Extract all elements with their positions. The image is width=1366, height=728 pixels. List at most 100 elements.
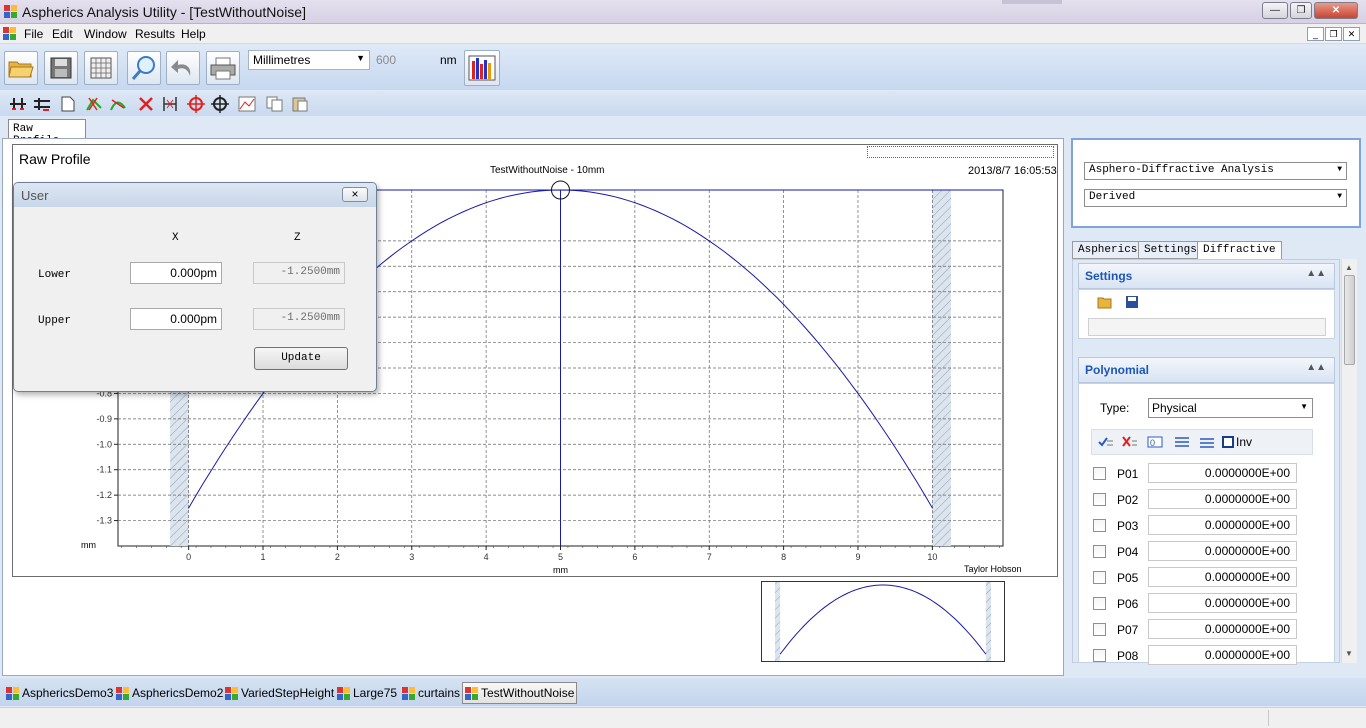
list-up-icon[interactable]	[1174, 435, 1190, 449]
dialog-title-bar[interactable]: User ×	[14, 183, 376, 207]
fit-button[interactable]	[108, 95, 128, 113]
mdi-minimize-button[interactable]: _	[1307, 27, 1324, 41]
clear-all-icon[interactable]	[1122, 435, 1138, 449]
column-x-label: X	[172, 232, 179, 244]
undo-button[interactable]	[166, 51, 200, 85]
paste-button[interactable]	[290, 95, 310, 113]
menu-bar: File Edit Window Results Help _ ❐ ✕	[0, 24, 1366, 44]
mode-select[interactable]: Derived ▼	[1084, 189, 1347, 207]
delete-points-button[interactable]	[136, 95, 156, 113]
update-button[interactable]: Update	[254, 347, 348, 370]
save-icon[interactable]	[1125, 295, 1139, 309]
menu-results[interactable]: Results	[135, 27, 175, 41]
grid-button[interactable]	[84, 51, 118, 85]
x-tick-label: 10	[927, 552, 937, 562]
doc-tab-large75[interactable]: Large75	[335, 682, 399, 704]
doc-tab-testwithoutnoise[interactable]: TestWithoutNoise	[462, 682, 578, 704]
coefficient-checkbox[interactable]	[1093, 571, 1106, 584]
zero-values-icon[interactable]: 0	[1147, 435, 1163, 449]
coefficient-name: P02	[1117, 493, 1139, 507]
coefficient-value[interactable]: 0.0000000E+00	[1148, 541, 1297, 561]
coefficient-checkbox[interactable]	[1093, 623, 1106, 636]
doc-tab-curtains[interactable]: curtains	[400, 682, 462, 704]
inv-label: Inv	[1236, 435, 1253, 449]
crosshair-button[interactable]	[186, 95, 206, 113]
doc-icon	[116, 686, 129, 700]
level-button[interactable]	[8, 95, 28, 113]
x-tick-label: 7	[707, 552, 712, 562]
analysis-type-select[interactable]: Asphero-Diffractive Analysis ▼	[1084, 162, 1347, 180]
open-folder-icon[interactable]	[1097, 295, 1113, 309]
coefficient-checkbox[interactable]	[1093, 519, 1106, 532]
chevron-down-icon: ▼	[1300, 402, 1308, 411]
settings-section-header[interactable]: Settings ▲▲	[1078, 263, 1335, 289]
mdi-close-button[interactable]: ✕	[1343, 27, 1360, 41]
coefficient-checkbox[interactable]	[1093, 493, 1106, 506]
menu-help[interactable]: Help	[181, 27, 206, 41]
print-button[interactable]	[206, 51, 240, 85]
analysis-toolbar	[0, 92, 1366, 116]
tab-aspherics[interactable]: Aspherics	[1072, 241, 1144, 259]
check-all-icon[interactable]	[1098, 435, 1114, 449]
zoom-button[interactable]	[127, 51, 161, 85]
doc-tab-asphericsdemo3[interactable]: AsphericsDemo3	[4, 682, 115, 704]
menu-window[interactable]: Window	[84, 27, 127, 41]
copy-icon	[266, 96, 283, 112]
chevron-down-icon: ▼	[1337, 165, 1342, 174]
scroll-down-icon[interactable]: ▼	[1345, 649, 1353, 658]
wavelength-value[interactable]: 600	[376, 53, 396, 67]
mdi-restore-button[interactable]: ❐	[1325, 27, 1342, 41]
inv-checkbox[interactable]	[1222, 436, 1234, 448]
graph-button[interactable]	[237, 95, 257, 113]
profile-data-point	[857, 392, 859, 395]
coefficient-value[interactable]: 0.0000000E+00	[1148, 645, 1297, 665]
profile-data-point	[634, 202, 636, 204]
doc-tab-asphericsdemo2[interactable]: AsphericsDemo2	[114, 682, 225, 704]
coefficient-value[interactable]: 0.0000000E+00	[1148, 515, 1297, 535]
menu-edit[interactable]: Edit	[52, 27, 73, 41]
y-tick-label: -1.1	[96, 465, 112, 475]
coefficient-value[interactable]: 0.0000000E+00	[1148, 463, 1297, 483]
right-panel-scrollbar[interactable]: ▲ ▼	[1341, 259, 1357, 663]
range-button[interactable]	[160, 95, 180, 113]
save-button[interactable]	[44, 51, 78, 85]
close-button[interactable]: ✕	[1314, 2, 1358, 19]
tab-settings[interactable]: Settings	[1138, 241, 1203, 259]
dialog-close-button[interactable]: ×	[342, 187, 368, 202]
doc-tab-variedstepheight[interactable]: VariedStepHeight	[223, 682, 336, 704]
menu-file[interactable]: File	[24, 27, 43, 41]
list-down-icon[interactable]	[1199, 435, 1215, 449]
open-button[interactable]	[4, 51, 38, 85]
scroll-thumb[interactable]	[1344, 275, 1355, 365]
coefficient-value[interactable]: 0.0000000E+00	[1148, 593, 1297, 613]
new-page-button[interactable]	[58, 95, 78, 113]
results-chart-button[interactable]	[464, 50, 500, 86]
upper-x-input[interactable]: 0.000pm	[130, 308, 222, 330]
coefficient-name: P05	[1117, 571, 1139, 585]
coefficient-value[interactable]: 0.0000000E+00	[1148, 489, 1297, 509]
tab-diffractive[interactable]: Diffractive	[1197, 241, 1282, 260]
type-select[interactable]: Physical ▼	[1148, 398, 1313, 418]
tab-raw-profile[interactable]: Raw Profile	[8, 119, 86, 147]
settings-file-field[interactable]	[1088, 318, 1326, 336]
coefficient-checkbox[interactable]	[1093, 649, 1106, 662]
minimize-button[interactable]: —	[1262, 2, 1288, 19]
copy-button[interactable]	[265, 95, 285, 113]
crosshair-alt-button[interactable]	[210, 95, 230, 113]
overview-chart[interactable]	[761, 581, 1005, 662]
upper-z-input: -1.2500mm	[253, 308, 345, 330]
lower-z-input: -1.2500mm	[253, 262, 345, 284]
coefficient-value[interactable]: 0.0000000E+00	[1148, 567, 1297, 587]
scroll-up-icon[interactable]: ▲	[1345, 263, 1353, 272]
coefficient-value[interactable]: 0.0000000E+00	[1148, 619, 1297, 639]
y-tick-label: -1.0	[96, 439, 112, 449]
coefficient-checkbox[interactable]	[1093, 467, 1106, 480]
coefficient-checkbox[interactable]	[1093, 545, 1106, 558]
polynomial-section-header[interactable]: Polynomial ▲▲	[1078, 357, 1335, 383]
coefficient-checkbox[interactable]	[1093, 597, 1106, 610]
restore-button[interactable]: ❐	[1290, 2, 1312, 19]
units-select[interactable]: Millimetres ▼	[248, 50, 370, 70]
add-points-button[interactable]	[84, 95, 104, 113]
level-alt-button[interactable]	[32, 95, 52, 113]
lower-x-input[interactable]: 0.000pm	[130, 262, 222, 284]
